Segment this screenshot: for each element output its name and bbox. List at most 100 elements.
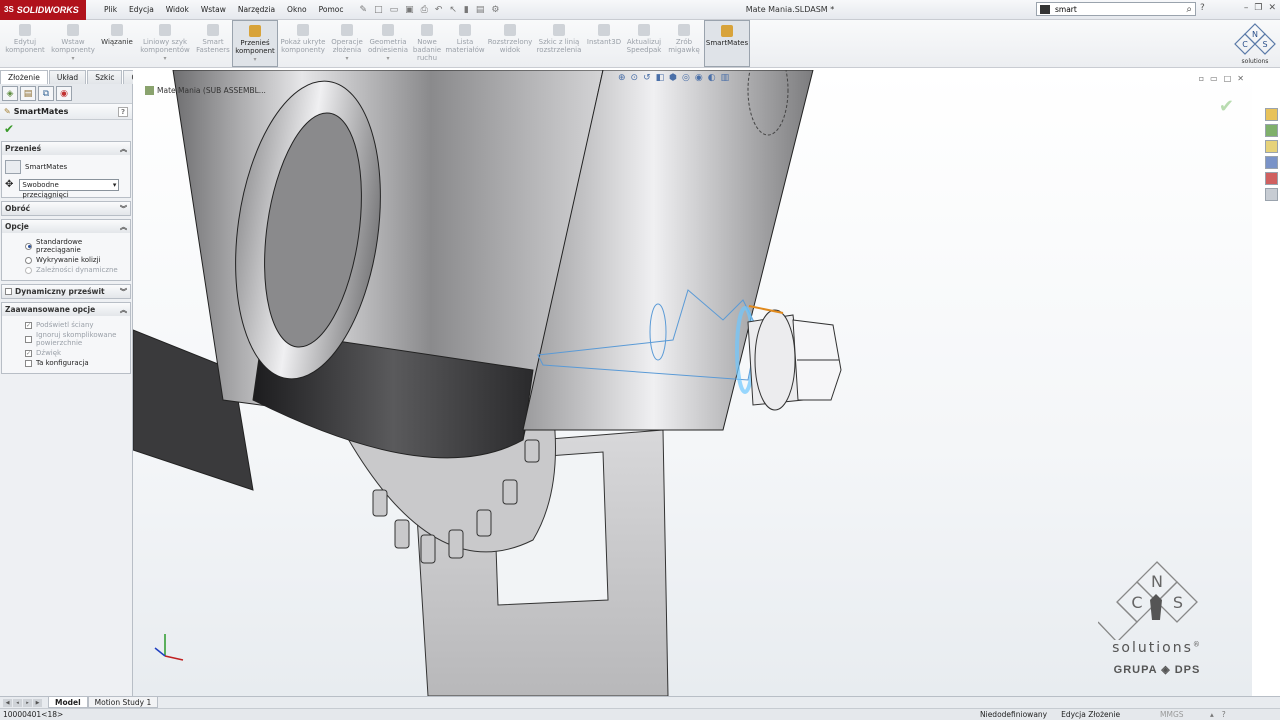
highlight-faces-checkbox[interactable]: ✓ [25, 321, 32, 329]
design-library-icon[interactable] [1265, 124, 1278, 137]
tab-sketch[interactable]: Szkic [87, 70, 123, 84]
dropdown-arrow-icon[interactable]: ▾ [163, 55, 166, 63]
move-group-header[interactable]: Przenieś ︽ [2, 142, 130, 155]
zoom-to-fit-icon[interactable]: ⊕ [618, 73, 626, 83]
mate-button[interactable]: Wiązanie [98, 20, 136, 67]
show-hidden-components-button[interactable]: Pokaż ukryte komponenty [278, 20, 328, 67]
prev-tab-icon[interactable]: ◂ [13, 698, 22, 707]
dropdown-arrow-icon[interactable]: ▾ [345, 55, 348, 63]
instant3d-button[interactable]: Instant3D [584, 20, 624, 67]
display-manager-tab-icon[interactable]: ◉ [56, 86, 72, 101]
options-icon[interactable]: ⚙ [491, 5, 499, 15]
units-indicator[interactable]: MMGS [1160, 710, 1184, 719]
help-icon[interactable]: ? [1200, 3, 1205, 13]
previous-view-icon[interactable]: ↺ [643, 73, 651, 83]
bill-of-materials-button[interactable]: Lista materiałów [444, 20, 486, 67]
menu-window[interactable]: Okno [281, 5, 313, 14]
search-box[interactable]: ⌕ [1036, 2, 1196, 16]
exploded-view-button[interactable]: Rozstrzelony widok [486, 20, 534, 67]
edit-appearance-icon[interactable]: ◐ [708, 73, 716, 83]
smartmates-mode-icon[interactable] [5, 160, 21, 174]
configuration-manager-tab-icon[interactable]: ⧉ [38, 86, 54, 101]
smartmates-button[interactable]: SmartMates [704, 20, 750, 67]
scene-icon[interactable]: ▥ [721, 73, 730, 83]
dropdown-arrow-icon[interactable]: ▾ [253, 56, 256, 64]
first-tab-icon[interactable]: ◀ [3, 698, 12, 707]
pin-icon[interactable]: ✎ [360, 5, 368, 15]
sound-option[interactable]: ✓ Dźwięk [5, 349, 127, 357]
search-icon[interactable]: ⌕ [1186, 4, 1192, 15]
explode-line-sketch-button[interactable]: Szkic z linią rozstrzelenia [534, 20, 584, 67]
print-icon[interactable]: ⎙ [421, 5, 428, 15]
viewport-close-icon[interactable]: ✕ [1237, 74, 1244, 83]
viewport-restore-icon[interactable]: ▫ [1199, 74, 1204, 83]
close-icon[interactable]: ✕ [1268, 3, 1276, 13]
restore-icon[interactable]: ❐ [1254, 3, 1262, 13]
options-group-header[interactable]: Opcje ︽ [2, 220, 130, 233]
search-input[interactable] [1055, 4, 1187, 14]
assembly-model[interactable] [133, 70, 1252, 696]
move-component-button[interactable]: Przenieś komponent ▾ [232, 20, 278, 67]
expand-icon[interactable]: ︾ [120, 204, 127, 214]
standard-drag-option[interactable]: Standardowe przeciąganie [5, 238, 127, 254]
tab-motion-study[interactable]: Motion Study 1 [87, 697, 159, 708]
new-motion-study-button[interactable]: Nowe badanie ruchu [410, 20, 444, 67]
standard-drag-radio[interactable] [25, 242, 32, 250]
appearances-icon[interactable] [1265, 172, 1278, 185]
dropdown-arrow-icon[interactable]: ▾ [386, 55, 389, 63]
this-configuration-checkbox[interactable] [25, 359, 32, 367]
expand-icon[interactable]: ︾ [120, 287, 127, 297]
menu-edit[interactable]: Edycja [123, 5, 160, 14]
confirmation-corner-ok-icon[interactable]: ✔ [1219, 96, 1234, 117]
graphics-area[interactable]: Mate Mania (SUB ASSEMBL... ⊕ ⊙ ↺ ◧ ⬢ ◎ ◉… [133, 70, 1252, 696]
advanced-options-header[interactable]: Zaawansowane opcje ︽ [2, 303, 130, 316]
collapse-icon[interactable]: ︽ [120, 305, 127, 315]
collapse-icon[interactable]: ︽ [120, 144, 127, 154]
insert-components-button[interactable]: Wstaw komponenty ▾ [48, 20, 98, 67]
help-icon[interactable]: ? [118, 106, 128, 117]
open-icon[interactable]: ▭ [390, 5, 399, 15]
ok-button[interactable]: ✔ [0, 120, 132, 138]
minimize-icon[interactable]: – [1244, 3, 1249, 13]
dynamic-clearance-checkbox[interactable] [5, 288, 12, 295]
search-scope-icon[interactable] [1040, 4, 1050, 14]
zoom-area-icon[interactable]: ⊙ [631, 73, 639, 83]
menu-help[interactable]: Pomoc [313, 5, 350, 14]
tab-model[interactable]: Model [48, 697, 88, 708]
collision-detection-radio[interactable] [25, 256, 32, 264]
solidworks-logo[interactable]: 3S SOLIDWORKS [0, 0, 86, 20]
feature-tree-tab-icon[interactable]: ◈ [2, 86, 18, 101]
tab-assembly[interactable]: Złożenie [0, 70, 48, 84]
take-snapshot-button[interactable]: Zrób migawkę [664, 20, 704, 67]
drag-mode-select[interactable]: Swobodne przeciągnięci [19, 179, 120, 199]
assembly-features-button[interactable]: Operacje złożenia ▾ [328, 20, 366, 67]
this-configuration-option[interactable]: Ta konfiguracja [5, 359, 127, 367]
viewport-maximize-icon[interactable]: □ [1224, 74, 1232, 83]
units-dropdown-icon[interactable]: ▴ [1210, 710, 1214, 719]
tab-layout[interactable]: Układ [48, 70, 87, 84]
hide-show-icon[interactable]: ◉ [695, 73, 703, 83]
collision-detection-option[interactable]: Wykrywanie kolizji [5, 256, 127, 264]
menu-tools[interactable]: Narzędzia [232, 5, 281, 14]
section-view-icon[interactable]: ◧ [656, 73, 665, 83]
view-orientation-icon[interactable]: ⬢ [669, 73, 677, 83]
ignore-complex-checkbox[interactable] [25, 335, 32, 343]
update-speedpak-button[interactable]: Aktualizuj Speedpak [624, 20, 664, 67]
rebuild-icon[interactable]: ▮ [464, 5, 469, 15]
new-document-icon[interactable]: □ [374, 5, 383, 15]
edit-component-button[interactable]: Edytuj komponent [2, 20, 48, 67]
menu-view[interactable]: Widok [160, 5, 195, 14]
save-icon[interactable]: ▣ [405, 5, 414, 15]
menu-file[interactable]: Plik [98, 5, 123, 14]
feature-tree-flyout[interactable]: Mate Mania (SUB ASSEMBL... [145, 86, 266, 95]
rotate-group-header[interactable]: Obróć ︾ [2, 202, 130, 215]
ignore-complex-option[interactable]: Ignoruj skomplikowane powierzchnie [5, 331, 127, 347]
file-explorer-icon[interactable] [1265, 140, 1278, 153]
physical-dynamics-radio[interactable] [25, 266, 32, 274]
reference-geometry-button[interactable]: Geometria odniesienia ▾ [366, 20, 410, 67]
custom-properties-icon[interactable] [1265, 188, 1278, 201]
last-tab-icon[interactable]: ▶ [33, 698, 42, 707]
home-icon[interactable] [1265, 108, 1278, 121]
smart-fasteners-button[interactable]: Smart Fasteners [194, 20, 232, 67]
highlight-faces-option[interactable]: ✓ Podświetl ściany [5, 321, 127, 329]
